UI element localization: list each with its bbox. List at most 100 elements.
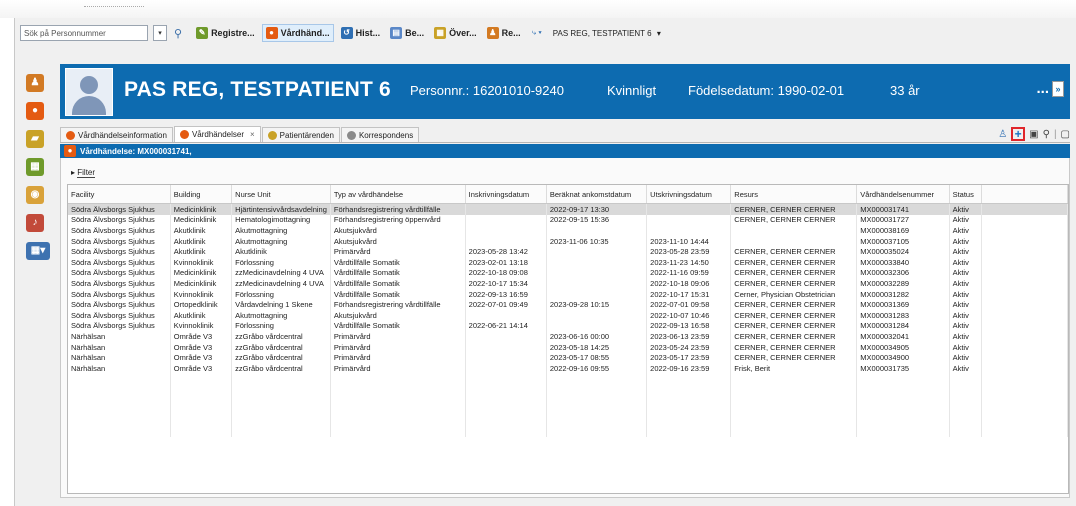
patient-menu[interactable]: PAS REG, TESTPATIENT 6 ▾	[550, 27, 664, 40]
tab-2[interactable]: Patientärenden	[261, 127, 340, 142]
toolbar-button-1[interactable]: ● Vårdhänd...	[261, 24, 334, 42]
table-cell	[646, 214, 732, 226]
table-row[interactable]: Närhälsan Område V3 zzGråbo vårdcentral Pri…	[68, 341, 1068, 353]
table-cell-filler	[981, 267, 1068, 279]
avatar	[65, 68, 113, 116]
birthdate: Födelsedatum: 1990-02-01	[688, 83, 845, 98]
table-row[interactable]: Södra Älvsborgs Sjukhus Ortopedklinik Vård…	[68, 299, 1068, 310]
tab-0[interactable]: Vårdhändelseinformation	[60, 127, 173, 142]
save-icon[interactable]: ▣	[1029, 129, 1038, 140]
close-icon[interactable]: ×	[250, 130, 255, 139]
column-header[interactable]: Status	[949, 185, 983, 204]
column-header[interactable]: Facility	[68, 185, 171, 204]
expand-arrow-icon[interactable]: »	[1052, 81, 1064, 98]
table-cell: 2023-09-28 10:15	[546, 299, 648, 310]
table-cell	[465, 309, 547, 321]
column-header[interactable]: Utskrivningsdatum	[646, 185, 732, 204]
person-icon[interactable]: ♙	[998, 129, 1007, 140]
table-row[interactable]: Södra Älvsborgs Sjukhus Kvinnoklinik Förlo…	[68, 288, 1068, 300]
column-header[interactable]: Typ av vårdhändelse	[330, 185, 466, 204]
table-cell: Aktiv	[949, 320, 983, 332]
column-header[interactable]: Inskrivningsdatum	[465, 185, 547, 204]
table-row[interactable]: Södra Älvsborgs Sjukhus Kvinnoklinik Förlo…	[68, 256, 1068, 268]
table-cell: Aktiv	[949, 299, 983, 310]
table-row[interactable]: Södra Älvsborgs Sjukhus Akutklinik Akutmot…	[68, 225, 1068, 236]
table-row[interactable]: Södra Älvsborgs Sjukhus Akutklinik Akutmot…	[68, 309, 1068, 321]
tab-icon	[66, 130, 75, 140]
table-cell: Akutklinik	[170, 235, 233, 247]
table-cell	[546, 256, 648, 268]
plus-icon[interactable]: +	[1011, 127, 1026, 141]
table-row[interactable]: Södra Älvsborgs Sjukhus Medicinklinik Hema…	[68, 214, 1068, 226]
folder-icon[interactable]: ▰	[26, 130, 44, 148]
table-cell: Akutmottagning	[231, 235, 331, 247]
toolbar-button-5[interactable]: ♟ Re...	[484, 25, 524, 41]
window-icon[interactable]: ▢	[1061, 129, 1070, 140]
table-cell	[646, 225, 732, 236]
table-row[interactable]: Södra Älvsborgs Sjukhus Kvinnoklinik Förlo…	[68, 320, 1068, 332]
table-row[interactable]: Södra Älvsborgs Sjukhus Medicinklinik zzMe…	[68, 278, 1068, 289]
calendar-icon[interactable]: ▦	[26, 158, 44, 176]
link-dropdown-icon[interactable]: ⤷ ▾	[529, 26, 545, 40]
search-icon[interactable]: ⚲	[174, 27, 182, 40]
tab-1[interactable]: Vårdhändelser ×	[173, 126, 261, 142]
banner-more-button[interactable]: ...»	[1036, 80, 1064, 98]
toolbar-button-4[interactable]: ▦ Över...	[431, 25, 480, 41]
table-row[interactable]: Södra Älvsborgs Sjukhus Medicinklinik zzMe…	[68, 267, 1068, 279]
vardhandelse-label: Vårdhändelse: MX000031741,	[80, 146, 192, 156]
table-cell: Område V3	[170, 331, 233, 342]
toolbar-button-3[interactable]: ▤ Be...	[387, 25, 427, 41]
search-input[interactable]: Sök på Personnummer	[20, 25, 148, 41]
grid-menu-icon[interactable]: ▦▾	[26, 242, 50, 260]
empty-row	[68, 415, 1068, 427]
tab-3[interactable]: Korrespondens	[340, 127, 420, 142]
table-cell: zzGråbo vårdcentral	[231, 352, 331, 363]
table-cell: CERNER, CERNER CERNER	[730, 246, 858, 257]
table-cell-filler	[981, 352, 1068, 363]
table-row[interactable]: Södra Älvsborgs Sjukhus Akutklinik Akutmot…	[68, 235, 1068, 247]
table-cell: 2023-05-17 08:55	[546, 352, 648, 363]
care-event-icon[interactable]: ●	[26, 102, 44, 120]
column-header[interactable]: Vårdhändelsenummer	[856, 185, 950, 204]
table-cell: Närhälsan	[68, 352, 171, 363]
column-header[interactable]: Resurs	[730, 185, 858, 204]
table-header-row: Facility Building Nurse Unit Typ av vårdhän…	[68, 185, 1068, 204]
column-header[interactable]: Beräknat ankomstdatum	[546, 185, 648, 204]
link-icon[interactable]: ⚲	[1043, 129, 1050, 140]
chat-icon[interactable]: ◉	[26, 186, 44, 204]
table-row[interactable]: Närhälsan Område V3 zzGråbo vårdcentral Pri…	[68, 362, 1068, 374]
toolbar-button-label: Över...	[449, 28, 477, 38]
table-cell: Medicinklinik	[170, 267, 233, 279]
table-cell: Södra Älvsborgs Sjukhus	[68, 278, 171, 289]
table-cell: MX000031735	[856, 362, 950, 374]
table-cell: MX000031727	[856, 214, 950, 226]
search-dropdown-button[interactable]: ▾	[153, 25, 167, 41]
table-row[interactable]: Närhälsan Område V3 zzGråbo vårdcentral Pri…	[68, 331, 1068, 342]
table-cell: 2022-09-17 13:30	[546, 203, 648, 215]
toolbar-button-2[interactable]: ↺ Hist...	[338, 25, 384, 41]
column-header[interactable]: Building	[170, 185, 233, 204]
table-cell-filler	[981, 235, 1068, 247]
table-cell: Närhälsan	[68, 341, 171, 353]
person-register-icon[interactable]: ♟	[26, 74, 44, 92]
column-header[interactable]: Nurse Unit	[231, 185, 331, 204]
table-cell: Aktiv	[949, 214, 983, 226]
table-cell: MX000031282	[856, 288, 950, 300]
table-cell: 2022-09-16 23:59	[646, 362, 732, 374]
toolbar-button-0[interactable]: ✎ Registre...	[193, 25, 258, 41]
table-cell-filler	[981, 246, 1068, 257]
table-cell: Södra Älvsborgs Sjukhus	[68, 256, 171, 268]
bell-icon[interactable]: ♪	[26, 214, 44, 232]
table-row[interactable]: Närhälsan Område V3 zzGråbo vårdcentral Pri…	[68, 352, 1068, 363]
table-cell: Vårdtillfälle Somatik	[330, 256, 466, 268]
filter-label: Filter	[77, 168, 96, 178]
table-row[interactable]: Södra Älvsborgs Sjukhus Akutklinik Akutkli…	[68, 246, 1068, 257]
table-cell: zzMedicinavdelning 4 UVA	[231, 267, 331, 279]
table-cell: Aktiv	[949, 331, 983, 342]
vardhandelse-bar: ● Vårdhändelse: MX000031741,	[60, 144, 1070, 158]
table-row[interactable]: Södra Älvsborgs Sjukhus Medicinklinik Hjär…	[68, 203, 1068, 215]
table-cell: Primärvård	[330, 341, 466, 353]
table-cell: 2022-10-17 15:31	[646, 288, 732, 300]
filter-toggle[interactable]: ▸ Filter	[71, 168, 96, 178]
table-cell: Aktiv	[949, 352, 983, 363]
